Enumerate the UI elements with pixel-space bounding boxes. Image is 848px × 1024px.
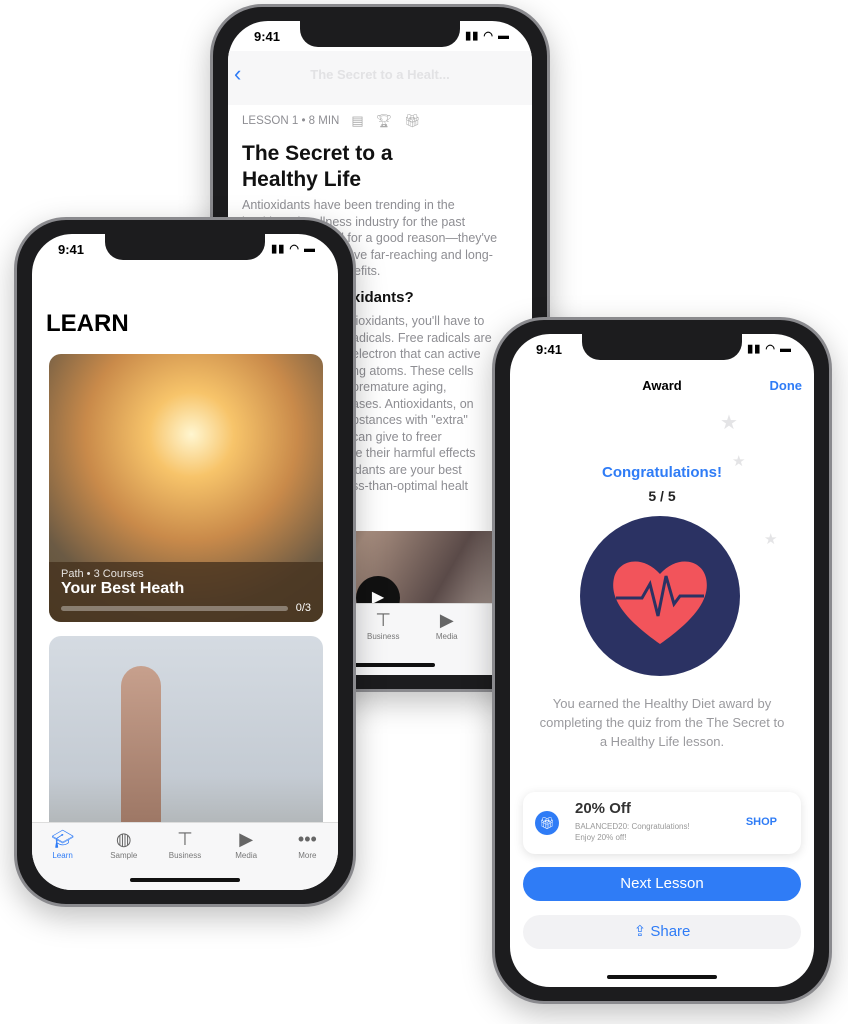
- hierarchy-icon: ⊤: [375, 610, 392, 630]
- progress-label: 0/3: [295, 602, 311, 614]
- home-indicator: [130, 878, 240, 882]
- status-time: 9:41: [254, 29, 281, 44]
- trophy-icon[interactable]: 🏆︎: [376, 113, 393, 129]
- coupon-text: BALANCED20: Congratulations! Enjoy 20% o…: [575, 822, 690, 842]
- congrats-title: Congratulations!: [602, 464, 722, 481]
- award-phone: 9:41 ▮▮ ◠ ▬ Award Done ★ ★ ★ Congratulati…: [492, 317, 832, 1004]
- course-card[interactable]: Path • 3 Courses Your Best Heath 0/3: [49, 354, 323, 622]
- tab-label: Learn: [52, 851, 73, 860]
- signal-wifi-battery-icon: ▮▮ ◠ ▬: [271, 243, 316, 255]
- page-title: LEARN: [46, 310, 129, 337]
- signal-wifi-battery-icon: ▮▮ ◠ ▬: [465, 30, 510, 42]
- status-time: 9:41: [58, 242, 85, 257]
- tab-label: Business: [168, 851, 202, 860]
- star-icon: ★: [720, 412, 738, 434]
- heart-pulse-icon: [613, 561, 707, 644]
- share-button[interactable]: ⇪ Share: [523, 915, 801, 949]
- tab-label: More: [298, 851, 317, 860]
- lesson-title: The Secret to a Healthy Life: [242, 142, 393, 191]
- globe-icon: ◍: [115, 829, 132, 849]
- tab-more[interactable]: ••• More: [282, 829, 332, 890]
- body-line: Antioxidants have been trending in the: [242, 198, 455, 212]
- nav-title: Award: [642, 378, 682, 393]
- quiz-icon[interactable]: ▤: [351, 113, 363, 129]
- hierarchy-icon: ⊤: [177, 829, 193, 849]
- done-button[interactable]: Done: [770, 378, 803, 393]
- nav-title: The Secret to a Healt...: [310, 67, 450, 82]
- coupon-card[interactable]: 🎁︎ 20% Off BALANCED20: Congratulations! …: [523, 792, 801, 854]
- course-card-yoga[interactable]: [49, 636, 323, 836]
- card-subtitle: Path • 3 Courses: [61, 568, 144, 580]
- graduation-cap-icon: 🎓︎: [51, 829, 75, 849]
- learn-phone: 9:41 ▮▮ ◠ ▬ LEARN Path • 3 Courses Your B…: [14, 217, 356, 907]
- next-lesson-button[interactable]: Next Lesson: [523, 867, 801, 901]
- notch: [300, 21, 460, 47]
- share-icon: ⇪: [633, 923, 647, 940]
- award-description: You earned the Healthy Diet award by com…: [539, 696, 785, 749]
- play-icon: ▶: [239, 829, 254, 849]
- notch: [105, 234, 265, 260]
- tab-label: Sample: [110, 851, 138, 860]
- play-icon: ▶: [439, 610, 454, 630]
- notch: [582, 334, 742, 360]
- signal-wifi-battery-icon: ▮▮ ◠ ▬: [747, 343, 792, 355]
- tab-learn[interactable]: 🎓︎ Learn: [38, 829, 88, 890]
- status-time: 9:41: [536, 342, 563, 357]
- tab-label: Business: [367, 632, 400, 641]
- progress-bar: [61, 605, 288, 611]
- share-label: Share: [650, 923, 691, 940]
- award-badge: [580, 516, 740, 676]
- gift-icon[interactable]: 🎁︎: [404, 113, 421, 129]
- tab-label: Media: [435, 632, 458, 641]
- score: 5 / 5: [648, 488, 676, 504]
- body-line: tioxidants, you'll have to: [352, 314, 485, 328]
- gift-icon: 🎁︎: [535, 811, 559, 835]
- coupon-title: 20% Off: [575, 800, 631, 817]
- section-heading: xidants?: [352, 289, 414, 306]
- home-indicator: [607, 975, 717, 979]
- shop-button[interactable]: SHOP: [746, 816, 777, 828]
- star-icon: ★: [764, 531, 778, 548]
- lesson-meta: LESSON 1 • 8 MIN: [242, 115, 340, 127]
- card-title: Your Best Heath: [61, 580, 185, 597]
- tab-label: Media: [235, 851, 258, 860]
- more-icon: •••: [297, 829, 317, 849]
